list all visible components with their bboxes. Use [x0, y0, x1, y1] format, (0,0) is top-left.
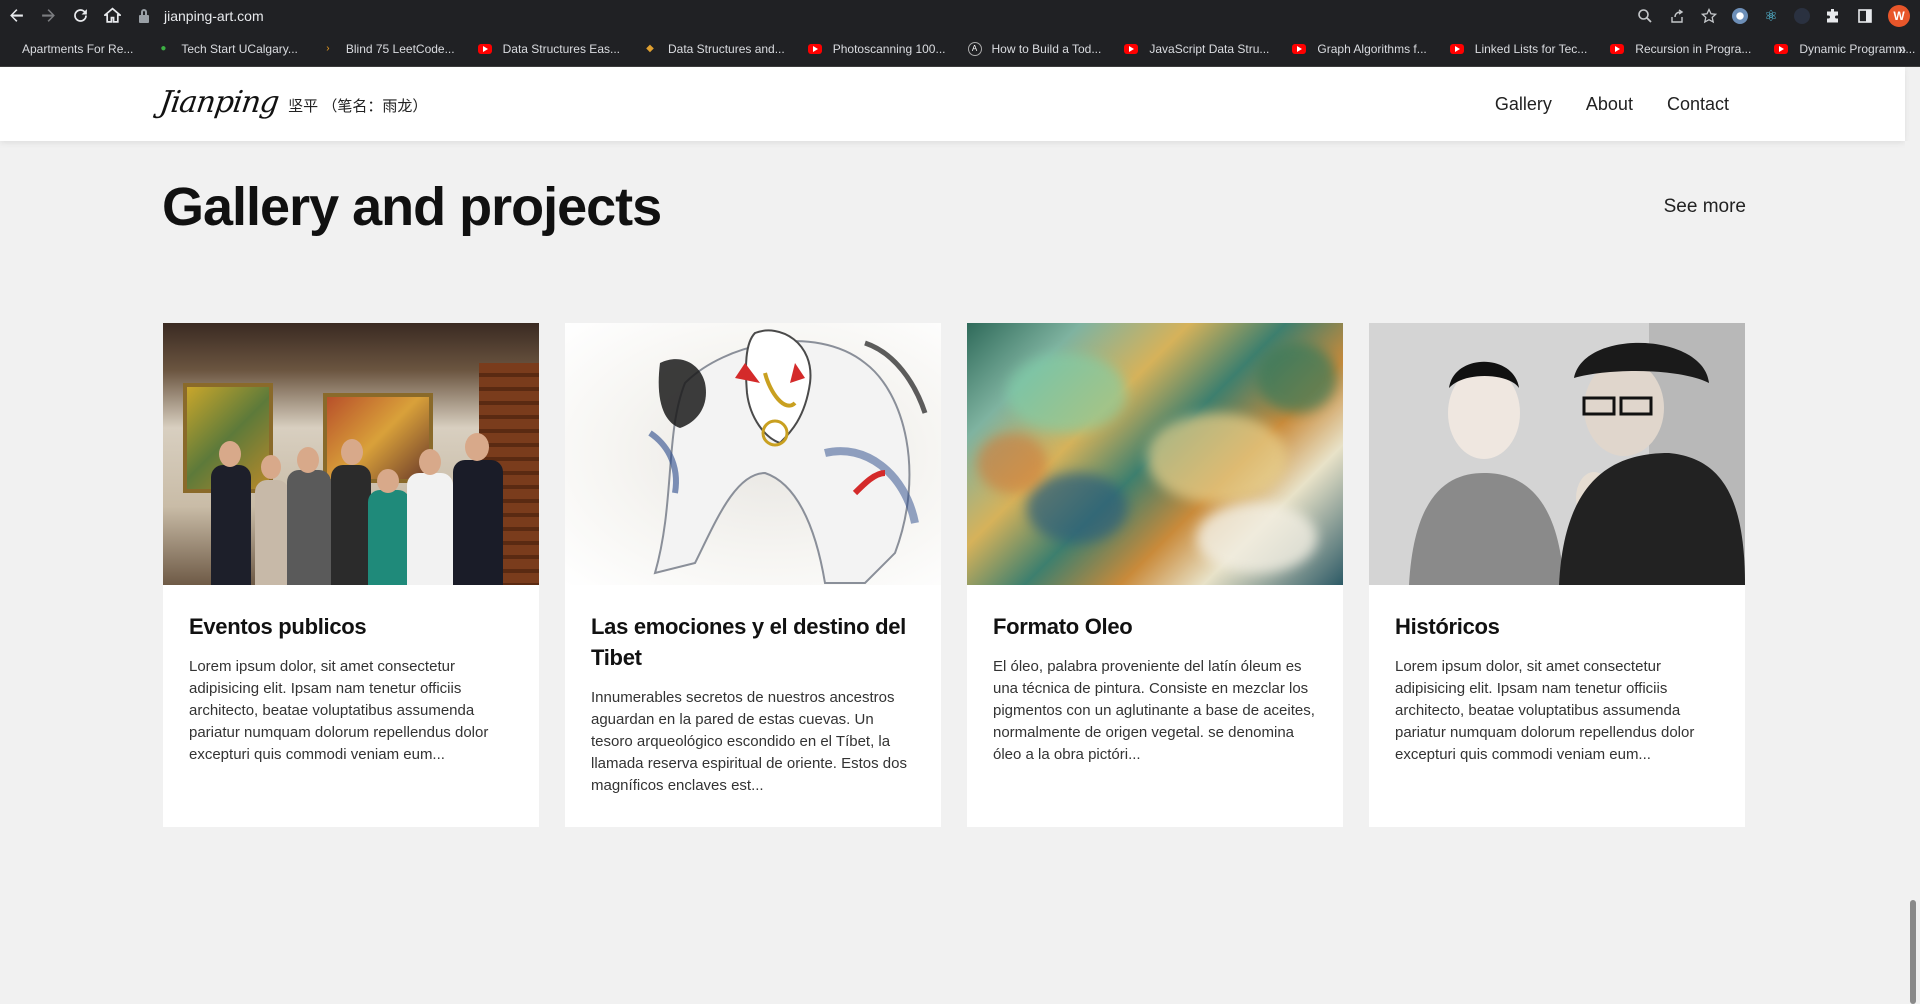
card-title: Eventos publicos: [189, 614, 367, 639]
bookmark-item[interactable]: Photoscanning 100...: [807, 42, 946, 56]
youtube-icon: [1449, 43, 1465, 55]
browser-toolbar: jianping-art.com ⚛ W: [0, 0, 1920, 31]
card-description: Lorem ipsum dolor, sit amet consectetur …: [189, 658, 489, 763]
section-title: Gallery and projects: [162, 177, 662, 237]
profile-avatar[interactable]: W: [1888, 4, 1910, 27]
react-devtools-icon[interactable]: ⚛: [1762, 7, 1780, 25]
bookmark-item[interactable]: A How to Build a Tod...: [967, 41, 1101, 56]
bookmark-item[interactable]: Linked Lists for Tec...: [1449, 42, 1587, 56]
extension-dark-icon[interactable]: [1794, 7, 1810, 24]
gallery-card[interactable]: Las emociones y el destino del Tibet Inn…: [565, 323, 941, 827]
page-scrollbar[interactable]: [1905, 141, 1920, 1004]
bookmark-item[interactable]: JavaScript Data Stru...: [1123, 42, 1269, 56]
bookmark-item[interactable]: ● Tech Start UCalgary...: [155, 42, 298, 56]
nav-contact-link[interactable]: Contact: [1667, 94, 1729, 115]
bookmark-item[interactable]: Dynamic Programm...: [1773, 42, 1915, 56]
card-description: Innumerables secretos de nuestros ancest…: [591, 689, 907, 794]
share-icon[interactable]: [1668, 7, 1686, 25]
youtube-icon: [477, 43, 493, 55]
youtube-icon: [1773, 43, 1789, 55]
green-leaf-icon: ●: [160, 43, 167, 54]
horse-ink-painting: [565, 323, 941, 585]
youtube-icon: [1291, 43, 1307, 55]
bookmark-item[interactable]: Graph Algorithms f...: [1291, 42, 1427, 56]
leetcode-icon: ›: [326, 43, 330, 54]
puzzle-extensions-icon[interactable]: [1824, 7, 1842, 25]
side-panel-icon[interactable]: [1856, 7, 1874, 25]
bookmark-item[interactable]: Recursion in Progra...: [1609, 42, 1751, 56]
card-description: Lorem ipsum dolor, sit amet consectetur …: [1395, 658, 1695, 763]
site-logo[interactable]: Jianping 坚平 （笔名：雨龙）: [157, 85, 428, 120]
nav-about-link[interactable]: About: [1586, 94, 1633, 115]
zoom-icon[interactable]: [1636, 7, 1654, 25]
historic-bw-photo: [1369, 323, 1745, 585]
site-header: Jianping 坚平 （笔名：雨龙） Gallery About Contac…: [0, 67, 1905, 141]
extension-icon[interactable]: [1732, 7, 1748, 24]
card-title: Las emociones y el destino del Tibet: [591, 614, 906, 670]
youtube-icon: [807, 43, 823, 55]
abstract-oil-painting: [967, 323, 1343, 585]
nav-gallery-link[interactable]: Gallery: [1495, 94, 1552, 115]
bookmark-item[interactable]: › Blind 75 LeetCode...: [320, 42, 454, 56]
a-icon: A: [967, 41, 982, 56]
address-bar[interactable]: jianping-art.com: [138, 0, 264, 31]
card-description: El óleo, palabra proveniente del latín ó…: [993, 658, 1315, 763]
bookmarks-bar: Apartments For Re... ● Tech Start UCalgar…: [0, 31, 1920, 67]
see-more-link[interactable]: See more: [1664, 196, 1746, 218]
bookmark-star-icon[interactable]: [1700, 7, 1718, 25]
back-arrow-icon[interactable]: [0, 0, 32, 31]
bookmark-item[interactable]: Data Structures Eas...: [477, 42, 620, 56]
logo-chinese-name: 坚平 （笔名：雨龙）: [288, 98, 428, 115]
gallery-card[interactable]: Históricos Lorem ipsum dolor, sit amet c…: [1369, 323, 1745, 827]
gallery-card[interactable]: Eventos publicos Lorem ipsum dolor, sit …: [163, 323, 539, 827]
youtube-icon: [1123, 43, 1139, 55]
bookmark-item[interactable]: Apartments For Re...: [22, 42, 133, 56]
card-title: Formato Oleo: [993, 614, 1133, 639]
gallery-cards: Eventos publicos Lorem ipsum dolor, sit …: [163, 323, 1745, 827]
main-nav: Gallery About Contact: [1495, 67, 1729, 141]
forward-arrow-icon[interactable]: [32, 0, 64, 31]
gallery-card[interactable]: Formato Oleo El óleo, palabra provenient…: [967, 323, 1343, 827]
card-title: Históricos: [1395, 614, 1500, 639]
public-event-photo: [163, 323, 539, 585]
scrollbar-thumb[interactable]: [1910, 900, 1916, 1004]
shield-icon: ◆: [646, 43, 654, 54]
reload-icon[interactable]: [64, 0, 96, 31]
logo-script-text: Jianping: [157, 85, 281, 120]
url-text: jianping-art.com: [164, 7, 264, 24]
youtube-icon: [1609, 43, 1625, 55]
home-icon[interactable]: [96, 0, 128, 31]
bookmark-item[interactable]: ◆ Data Structures and...: [642, 42, 785, 56]
bookmarks-overflow-button[interactable]: »: [1898, 31, 1906, 67]
lock-icon: [138, 8, 150, 23]
